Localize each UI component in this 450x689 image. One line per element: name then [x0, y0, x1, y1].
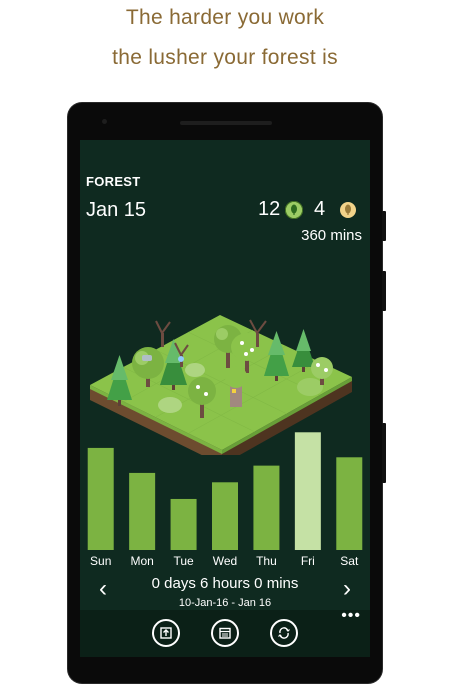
bar-fri — [294, 432, 321, 550]
coins-count: 4 — [314, 198, 326, 220]
gold-tree-coin-icon — [339, 201, 357, 219]
chart-day-labels: Sun Mon Tue Wed Thu Fri Sat — [80, 554, 370, 570]
phone-frame: FOREST Jan 15 12 4 360 mins Sun Mon Tue … — [68, 103, 386, 683]
next-week-button[interactable]: › — [337, 577, 357, 601]
day-label-fri: Fri — [300, 554, 315, 568]
more-options-button[interactable]: ••• — [341, 608, 361, 624]
focus-minutes: 360 mins — [301, 227, 362, 244]
app-screen: FOREST Jan 15 12 4 360 mins Sun Mon Tue … — [80, 140, 370, 657]
date-range: 10-Jan-16 - Jan 16 — [178, 597, 272, 609]
speaker-grille — [180, 121, 272, 125]
green-tree-coin-icon — [285, 201, 303, 219]
day-label-thu: Thu — [256, 554, 277, 568]
volume-button — [382, 211, 386, 241]
bar-mon — [129, 472, 156, 550]
camera-button — [382, 423, 386, 483]
bar-sun — [87, 447, 114, 550]
tagline-line-2: the lusher your forest is — [112, 46, 338, 69]
export-icon[interactable] — [152, 619, 180, 647]
day-label-sun: Sun — [90, 554, 112, 568]
tagline-line-1: The harder you work — [125, 6, 325, 29]
app-title: FOREST — [86, 174, 141, 189]
day-label-tue: Tue — [173, 554, 194, 568]
bar-wed — [212, 482, 238, 550]
current-date: Jan 15 — [86, 199, 147, 221]
day-label-sat: Sat — [340, 554, 359, 568]
front-camera — [102, 119, 107, 124]
bar-thu — [253, 465, 280, 550]
week-total-time: 0 days 6 hours 0 mins — [151, 575, 299, 592]
forest-island — [90, 315, 352, 455]
trees-count: 12 — [258, 198, 281, 220]
day-label-mon: Mon — [130, 554, 154, 568]
app-bar: ••• — [80, 608, 370, 657]
sync-icon[interactable] — [270, 619, 298, 647]
power-button — [382, 271, 386, 311]
day-label-wed: Wed — [212, 554, 238, 568]
bar-sat — [336, 457, 363, 550]
bar-tue — [170, 498, 197, 550]
calendar-icon[interactable] — [211, 619, 239, 647]
